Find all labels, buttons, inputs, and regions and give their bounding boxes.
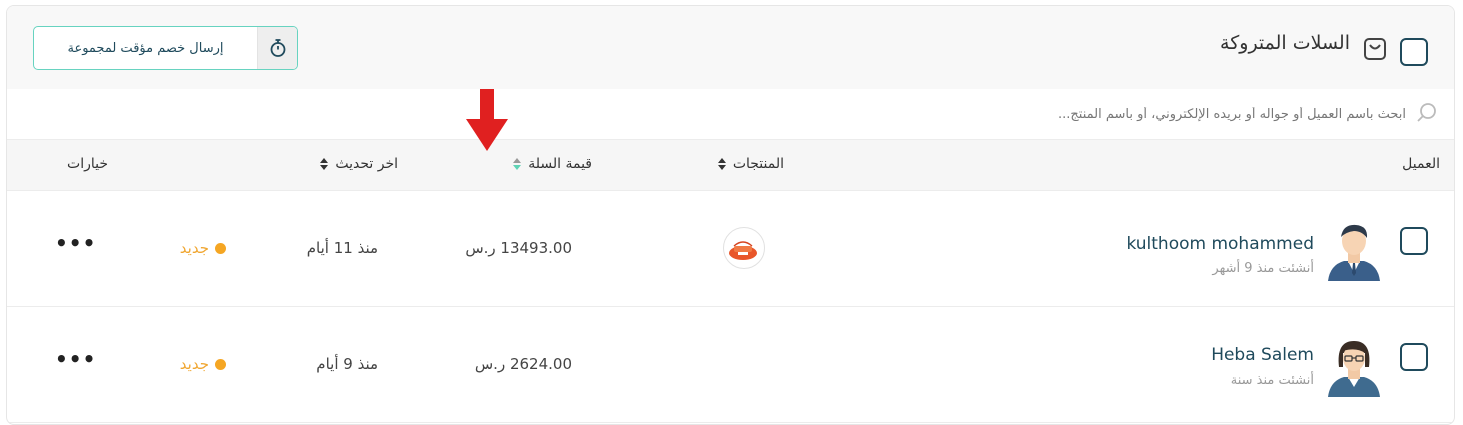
column-cart-value-label: قيمة السلة <box>528 156 592 172</box>
abandoned-carts-panel: السلات المتروكة إرسال خصم مؤقت لمجموعة ا… <box>6 5 1455 425</box>
column-header-options: خيارات <box>67 156 108 172</box>
last-update: منذ 11 أيام <box>306 239 378 257</box>
red-down-arrow-annotation <box>466 89 508 151</box>
status-label: جديد <box>179 355 209 373</box>
sort-icon <box>320 158 329 170</box>
sort-active-icon <box>513 158 522 170</box>
status-dot <box>215 242 226 254</box>
row-checkbox[interactable] <box>1400 227 1428 255</box>
table-header: العميل المنتجات قيمة السلة اخر تحديث خيا… <box>7 139 1454 191</box>
column-header-cart-value[interactable]: قيمة السلة <box>512 156 592 172</box>
send-group-discount-label: إرسال خصم مؤقت لمجموعة <box>67 40 224 56</box>
search-icon <box>1417 103 1436 122</box>
column-customer-label: العميل <box>1402 156 1440 172</box>
row-checkbox[interactable] <box>1400 343 1428 371</box>
customer-name[interactable]: kulthoom mohammed <box>1126 234 1314 254</box>
female-avatar <box>1328 341 1380 397</box>
row-options-button[interactable]: ••• <box>55 231 96 255</box>
cart-value: 2624.00 ر.س <box>474 355 572 373</box>
product-image <box>729 241 757 260</box>
status-badge: جديد <box>180 239 226 257</box>
search-bar <box>7 89 1454 139</box>
product-thumbnail[interactable] <box>723 227 765 269</box>
column-header-products[interactable]: المنتجات <box>717 156 784 172</box>
male-avatar <box>1328 224 1380 281</box>
status-dot <box>215 358 226 370</box>
cart-value: 13493.00 ر.س <box>465 239 572 257</box>
status-label: جديد <box>179 239 209 257</box>
send-group-discount-button[interactable]: إرسال خصم مؤقت لمجموعة <box>33 26 298 70</box>
last-update: منذ 9 أيام <box>316 355 378 373</box>
customer-created: أنشئت منذ سنة <box>1230 373 1314 388</box>
table-row: Heba Salem أنشئت منذ سنة 2624.00 ر.س منذ… <box>7 307 1454 423</box>
column-header-customer: العميل <box>1402 156 1440 172</box>
column-header-last-update[interactable]: اخر تحديث <box>319 156 398 172</box>
page-title: السلات المتروكة <box>1220 32 1350 54</box>
select-all-checkbox[interactable] <box>1400 38 1428 66</box>
row-options-button[interactable]: ••• <box>55 347 96 371</box>
stopwatch-icon <box>270 39 285 57</box>
status-badge: جديد <box>180 355 226 373</box>
panel-header: السلات المتروكة إرسال خصم مؤقت لمجموعة <box>7 6 1454 89</box>
table-row: kulthoom mohammed أنشئت منذ 9 أشهر 13493… <box>7 191 1454 307</box>
shopping-bag-icon <box>1364 38 1386 60</box>
customer-name[interactable]: Heba Salem <box>1211 345 1314 365</box>
search-input[interactable] <box>606 99 1406 129</box>
customer-created: أنشئت منذ 9 أشهر <box>1212 261 1314 276</box>
sort-icon <box>717 158 726 170</box>
stopwatch-icon-cell <box>257 27 297 69</box>
column-options-label: خيارات <box>67 156 108 172</box>
column-last-update-label: اخر تحديث <box>335 156 398 172</box>
column-products-label: المنتجات <box>732 156 784 172</box>
